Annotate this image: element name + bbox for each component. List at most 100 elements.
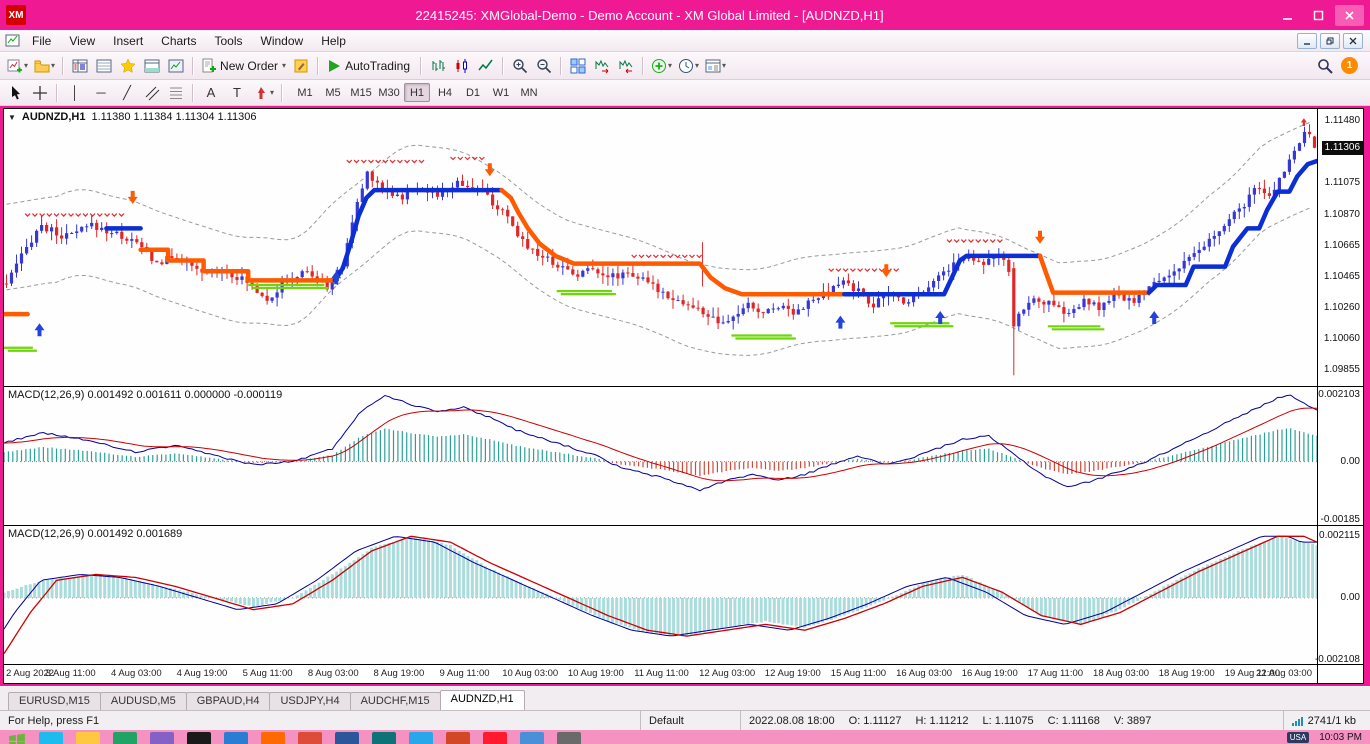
timeframe-w1-button[interactable]: W1 xyxy=(488,83,514,102)
indicator-axis-label: 0.00 xyxy=(1340,455,1360,467)
timeframe-mn-button[interactable]: MN xyxy=(516,83,542,102)
time-axis[interactable]: 2 Aug 2022 3 Aug 11:00 4 Aug 03:00 4 Aug 19… xyxy=(4,665,1317,683)
edge-icon[interactable] xyxy=(372,732,396,744)
current-price-badge: 1.11306 xyxy=(1321,140,1363,155)
data-window-button[interactable] xyxy=(92,55,116,77)
menu-item-view[interactable]: View xyxy=(60,32,104,50)
purple-app-icon[interactable] xyxy=(150,732,174,744)
chart-tab-audusd[interactable]: AUDUSD,M5 xyxy=(99,692,187,710)
vertical-line-button[interactable]: │ xyxy=(62,82,88,104)
timeframe-m1-button[interactable]: M1 xyxy=(292,83,318,102)
firefox-icon[interactable] xyxy=(261,732,285,744)
market-watch-button[interactable] xyxy=(68,55,92,77)
indicators-button[interactable]: ▾ xyxy=(648,55,675,77)
line-chart-button[interactable] xyxy=(474,55,498,77)
status-volume: V: 3897 xyxy=(1113,714,1152,727)
autotrading-button[interactable]: AutoTrading xyxy=(323,55,416,77)
file-explorer-icon[interactable] xyxy=(76,732,100,744)
menu-item-help[interactable]: Help xyxy=(312,32,355,50)
chart-restore-button[interactable] xyxy=(1320,32,1340,49)
word-icon[interactable] xyxy=(335,732,359,744)
candlestick-chart-button[interactable] xyxy=(450,55,474,77)
time-axis-label: 12 Aug 19:00 xyxy=(764,668,821,679)
menu-item-insert[interactable]: Insert xyxy=(104,32,152,50)
signal-bars-icon xyxy=(1291,716,1303,726)
zoom-out-button[interactable] xyxy=(532,55,556,77)
toolbar-separator xyxy=(420,56,422,75)
powerpoint-icon[interactable] xyxy=(446,732,470,744)
metaeditor-button[interactable] xyxy=(289,55,313,77)
auto-scroll-button[interactable] xyxy=(590,55,614,77)
chrome-icon[interactable] xyxy=(298,732,322,744)
window-close-button[interactable] xyxy=(1335,4,1364,26)
timeframe-buttons: M1 M5 M15 M30 H1 H4 D1 W1 MN xyxy=(291,83,543,102)
language-indicator[interactable]: USA xyxy=(1286,732,1310,743)
new-chart-button[interactable]: ▾ xyxy=(4,55,31,77)
chart-tab-eurusd[interactable]: EURUSD,M15 xyxy=(8,692,101,710)
terminal-button[interactable] xyxy=(140,55,164,77)
crosshair-button[interactable] xyxy=(28,82,52,104)
search-button[interactable] xyxy=(1313,55,1337,77)
menu-item-window[interactable]: Window xyxy=(252,32,313,50)
periods-button[interactable]: ▾ xyxy=(675,55,702,77)
tile-windows-button[interactable] xyxy=(566,55,590,77)
time-axis-label: 16 Aug 19:00 xyxy=(961,668,1018,679)
fibonacci-button[interactable] xyxy=(164,82,188,104)
menu-item-file[interactable]: File xyxy=(23,32,60,50)
start-button[interactable] xyxy=(8,732,26,744)
trendline-button[interactable]: ╱ xyxy=(114,82,140,104)
macd1-axis[interactable]: 0.002103 0.00 -0.00185 xyxy=(1317,387,1363,526)
chart-shift-button[interactable] xyxy=(614,55,638,77)
symbol-collapse-icon[interactable]: ▼ xyxy=(8,113,16,122)
macd-panel-2[interactable]: MACD(12,26,9) 0.001492 0.001689 xyxy=(4,526,1317,665)
chart-tab-audchf[interactable]: AUDCHF,M15 xyxy=(349,692,441,710)
opera-icon[interactable] xyxy=(483,732,507,744)
internet-explorer-icon[interactable] xyxy=(39,732,63,744)
window-minimize-button[interactable] xyxy=(1273,5,1302,26)
arrows-tool-button[interactable]: ▾ xyxy=(250,82,277,104)
timeframe-m30-button[interactable]: M30 xyxy=(376,83,402,102)
chart-minimize-button[interactable] xyxy=(1297,32,1317,49)
chart-tab-usdjpy[interactable]: USDJPY,H4 xyxy=(269,692,351,710)
text-button[interactable]: A xyxy=(198,82,224,104)
new-order-button[interactable]: New Order ▾ xyxy=(198,55,289,77)
zoom-in-button[interactable] xyxy=(508,55,532,77)
metatrader-window: XM 22415245: XMGlobal-Demo - Demo Accoun… xyxy=(0,0,1370,744)
chart-close-button[interactable] xyxy=(1343,32,1363,49)
timeframe-m15-button[interactable]: M15 xyxy=(348,83,374,102)
price-axis[interactable]: 1.114801.112751.110751.108701.106651.104… xyxy=(1317,109,1363,387)
chart-tab-gbpaud[interactable]: GBPAUD,H4 xyxy=(185,692,271,710)
timeframe-h1-button[interactable]: H1 xyxy=(404,83,431,102)
horizontal-line-button[interactable]: ─ xyxy=(88,82,114,104)
telegram-icon[interactable] xyxy=(520,732,544,744)
cursor-button[interactable] xyxy=(4,82,28,104)
menu-item-tools[interactable]: Tools xyxy=(206,32,252,50)
taskbar-clock[interactable]: 10:03 PM xyxy=(1319,732,1362,743)
steam-icon[interactable] xyxy=(557,732,581,744)
main-chart-panel[interactable]: ▼ AUDNZD,H1 1.11380 1.11384 1.11304 1.11… xyxy=(4,109,1317,387)
channel-button[interactable] xyxy=(140,82,164,104)
macd-panel-1[interactable]: MACD(12,26,9) 0.001492 0.001611 0.000000… xyxy=(4,387,1317,526)
profiles-button[interactable]: ▾ xyxy=(31,55,58,77)
skype-icon[interactable] xyxy=(409,732,433,744)
command-prompt-icon[interactable] xyxy=(187,732,211,744)
notification-badge[interactable]: 1 xyxy=(1341,57,1358,74)
chart-tab-audnzd[interactable]: AUDNZD,H1 xyxy=(439,690,525,710)
bar-chart-button[interactable] xyxy=(426,55,450,77)
templates-button[interactable]: ▾ xyxy=(702,55,729,77)
time-axis-label: 3 Aug 11:00 xyxy=(45,668,96,679)
timeframe-d1-button[interactable]: D1 xyxy=(460,83,486,102)
macd2-axis[interactable]: 0.002115 0.00 -0.002108 xyxy=(1315,526,1363,665)
timeframe-m5-button[interactable]: M5 xyxy=(320,83,346,102)
status-profile[interactable]: Default xyxy=(640,711,740,730)
text-label-button[interactable]: T xyxy=(224,82,250,104)
status-help: For Help, press F1 xyxy=(8,714,100,727)
menu-item-charts[interactable]: Charts xyxy=(152,32,205,50)
time-axis-label: 15 Aug 11:00 xyxy=(830,668,887,679)
excel-icon[interactable] xyxy=(113,732,137,744)
timeframe-h4-button[interactable]: H4 xyxy=(432,83,458,102)
navigator-button[interactable] xyxy=(116,55,140,77)
strategy-tester-button[interactable] xyxy=(164,55,188,77)
blue-app-icon[interactable] xyxy=(224,732,248,744)
window-maximize-button[interactable] xyxy=(1304,5,1333,26)
